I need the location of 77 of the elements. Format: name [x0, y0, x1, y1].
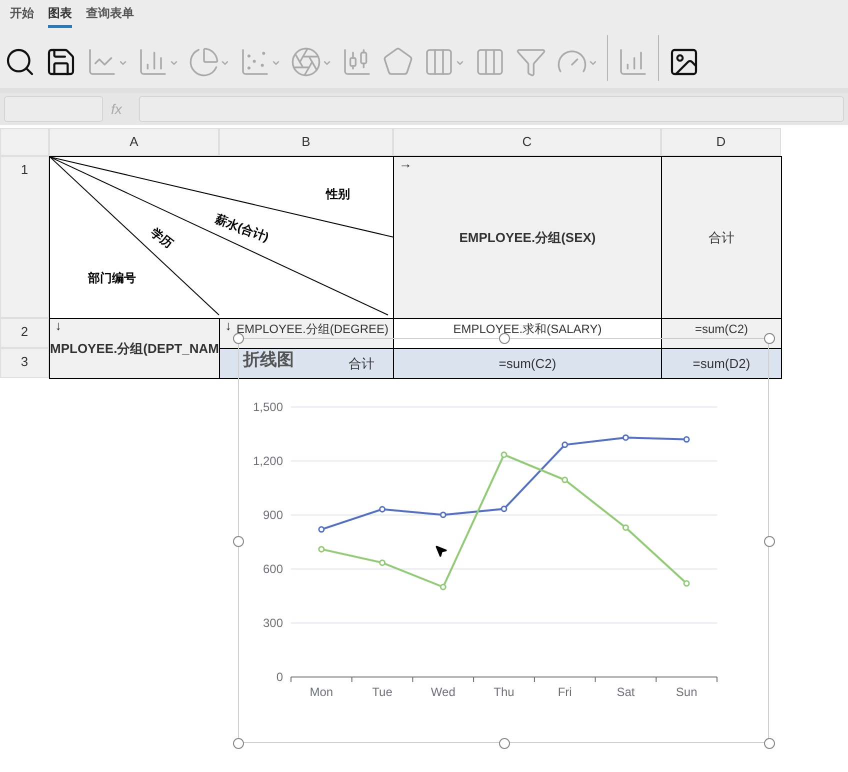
y-tick-label: 600 [262, 562, 283, 576]
cell-text: =sum(D2) [692, 354, 750, 373]
column-header[interactable]: B [219, 128, 393, 156]
bar-chart-icon [137, 46, 169, 78]
x-tick-label: Fri [558, 685, 572, 699]
resize-handle[interactable] [233, 536, 244, 546]
y-tick-label: 1,500 [252, 400, 283, 414]
table-cell[interactable]: =sum(C2) [661, 318, 782, 349]
ribbon-tab[interactable]: 查询表单 [86, 0, 134, 28]
data-point [683, 580, 690, 587]
expand-direction-marker: ↓ [225, 319, 232, 332]
y-tick-label: 1,200 [252, 454, 283, 468]
cell-text: 合计 [708, 228, 734, 247]
cell-text: EMPLOYEE.分组(DEGREE) [236, 321, 389, 338]
resize-handle[interactable] [764, 536, 775, 546]
header-label: 性别 [326, 186, 350, 203]
cell-text: EMPLOYEE.求和(SALARY) [453, 321, 602, 338]
x-tick-label: Mon [310, 685, 334, 699]
table-cell[interactable]: =sum(D2) [661, 348, 782, 379]
data-point [562, 442, 568, 448]
data-point [622, 434, 629, 441]
pie-chart-icon [188, 46, 220, 78]
cell-text: MPLOYEE.分组(DEPT_NAM [50, 340, 220, 358]
x-tick-label: Sat [616, 685, 635, 699]
chart-title: 折线图 [243, 351, 294, 368]
column-header[interactable]: C [393, 128, 661, 156]
image-icon [668, 46, 700, 78]
formula-input-field[interactable] [139, 96, 844, 122]
column-header[interactable]: D [661, 128, 781, 156]
candlestick-chart-icon [341, 46, 373, 78]
cell-text: EMPLOYEE.分组(SEX) [459, 228, 596, 247]
data-point [500, 451, 508, 458]
row-header[interactable]: 3 [0, 348, 49, 378]
line-chart-icon [86, 46, 118, 78]
cell-name-field[interactable] [4, 96, 103, 122]
table-cell[interactable]: ↓ MPLOYEE.分组(DEPT_NAM [49, 318, 220, 379]
data-point [622, 524, 629, 531]
data-point [440, 584, 446, 590]
scatter-chart-icon [239, 46, 271, 78]
data-point [379, 506, 386, 512]
resize-handle[interactable] [764, 738, 775, 749]
data-point [379, 559, 386, 566]
x-tick-label: Tue [372, 685, 392, 699]
y-tick-label: 900 [262, 508, 283, 522]
cell-text: =sum(C2) [694, 321, 748, 338]
funnel-icon [515, 46, 547, 78]
y-tick-label: 300 [262, 616, 283, 630]
expand-direction-marker: → [399, 157, 412, 170]
save-icon [45, 46, 77, 78]
table-cell[interactable]: 合计 [661, 156, 782, 319]
row-header[interactable]: 1 [0, 156, 49, 318]
select-all-corner[interactable] [0, 128, 49, 156]
header-label: 学历 [147, 224, 177, 252]
data-point [440, 512, 446, 518]
header-label: 部门编号 [88, 270, 136, 287]
x-tick-label: Wed [430, 685, 456, 699]
diagonal-header-cell[interactable]: 性别 薪水(合计) 学历 部门编号 [49, 156, 394, 319]
x-tick-label: Sun [676, 685, 698, 699]
data-point [562, 476, 568, 484]
x-tick-label: Thu [494, 685, 514, 699]
expand-direction-marker: ↓ [55, 319, 62, 332]
resize-handle[interactable] [233, 738, 244, 749]
formula-label: fx [111, 100, 124, 118]
table-cell[interactable]: =sum(C2) [393, 348, 662, 379]
data-point [683, 436, 690, 443]
mouse-pointer-icon [434, 544, 448, 558]
table-cell[interactable]: ↓ EMPLOYEE.分组(DEGREE) [219, 318, 394, 349]
data-point [500, 506, 508, 512]
resize-handle[interactable] [498, 738, 510, 749]
table-cell[interactable]: → EMPLOYEE.分组(SEX) [393, 156, 662, 319]
cell-text: 合计 [348, 354, 374, 373]
header-label: 薪水(合计) [212, 210, 272, 246]
ribbon-tab[interactable]: 开始 [10, 0, 34, 28]
row-header[interactable]: 2 [0, 318, 49, 348]
column-header[interactable]: A [49, 128, 219, 156]
cell-text: =sum(C2) [498, 354, 556, 373]
y-tick-label: 0 [276, 670, 283, 684]
